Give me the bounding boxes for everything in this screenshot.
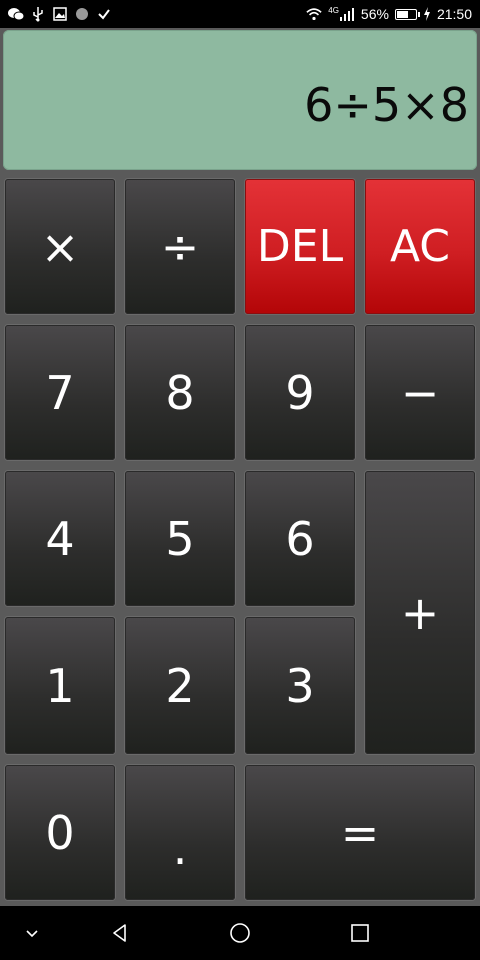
battery-percent: 56%: [360, 6, 389, 22]
charging-icon: [423, 6, 431, 22]
status-left: [8, 6, 112, 22]
wechat-icon: [8, 6, 24, 22]
status-bar: 4G 56% 21:50: [0, 0, 480, 28]
digit-8-label: 8: [165, 365, 195, 420]
all-clear-button[interactable]: AC: [365, 179, 475, 314]
navigation-bar: [0, 906, 480, 960]
minus-label: −: [400, 365, 440, 420]
digit-3-label: 3: [285, 658, 315, 713]
home-icon[interactable]: [225, 918, 255, 948]
divide-button[interactable]: ÷: [125, 179, 235, 314]
minus-button[interactable]: −: [365, 325, 475, 460]
digit-9-button[interactable]: 9: [245, 325, 355, 460]
digit-7-label: 7: [45, 365, 75, 420]
circle-icon: [74, 6, 90, 22]
delete-label: DEL: [256, 220, 344, 272]
digit-4-label: 4: [45, 511, 75, 566]
status-right: 4G 56% 21:50: [306, 6, 472, 22]
delete-button[interactable]: DEL: [245, 179, 355, 314]
decimal-point-label: .: [172, 820, 188, 875]
plus-button[interactable]: +: [365, 471, 475, 754]
digit-1-label: 1: [45, 658, 75, 713]
digit-7-button[interactable]: 7: [5, 325, 115, 460]
network-type: 4G: [328, 5, 339, 15]
multiply-label: ×: [40, 219, 80, 274]
recents-icon[interactable]: [345, 918, 375, 948]
digit-8-button[interactable]: 8: [125, 325, 235, 460]
multiply-button[interactable]: ×: [5, 179, 115, 314]
all-clear-label: AC: [389, 220, 451, 272]
wifi-icon: [306, 6, 322, 22]
equals-button[interactable]: =: [245, 765, 475, 900]
digit-2-label: 2: [165, 658, 195, 713]
back-icon[interactable]: [105, 918, 135, 948]
decimal-point-button[interactable]: .: [125, 765, 235, 900]
image-icon: [52, 6, 68, 22]
digit-1-button[interactable]: 1: [5, 617, 115, 754]
equals-label: =: [340, 805, 380, 860]
expression-text: 6÷5×8: [304, 78, 469, 132]
digit-6-label: 6: [285, 511, 315, 566]
digit-0-button[interactable]: 0: [5, 765, 115, 900]
usb-icon: [30, 6, 46, 22]
digit-3-button[interactable]: 3: [245, 617, 355, 754]
digit-4-button[interactable]: 4: [5, 471, 115, 606]
digit-6-button[interactable]: 6: [245, 471, 355, 606]
digit-2-button[interactable]: 2: [125, 617, 235, 754]
chevron-down-icon[interactable]: [17, 918, 47, 948]
digit-0-label: 0: [45, 805, 75, 860]
digit-5-label: 5: [165, 511, 195, 566]
signal-icon: [339, 6, 355, 22]
divide-label: ÷: [160, 219, 200, 274]
calculator-screen: 4G 56% 21:50 6÷5×8 × ÷ DEL AC 7 8 9 − 4 …: [0, 0, 480, 960]
expression-display: 6÷5×8: [3, 30, 477, 170]
plus-label: +: [400, 585, 440, 640]
check-icon: [96, 6, 112, 22]
calculator-body: 6÷5×8 × ÷ DEL AC 7 8 9 − 4 5 6 + 1 2 3 0…: [0, 28, 480, 906]
battery-icon: [394, 8, 420, 20]
digit-5-button[interactable]: 5: [125, 471, 235, 606]
clock: 21:50: [436, 6, 472, 22]
digit-9-label: 9: [285, 365, 315, 420]
